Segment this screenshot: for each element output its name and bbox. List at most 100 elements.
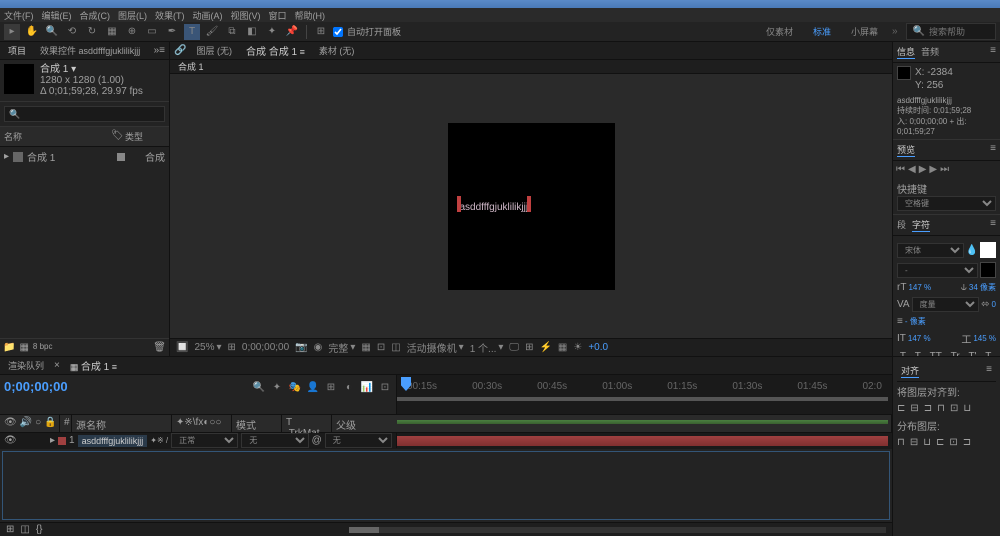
shy-icon[interactable]: 👤 [306,380,320,394]
pen-tool[interactable]: ✒ [164,24,180,40]
layer-label-color[interactable] [58,437,66,445]
zoom-tool[interactable]: 🔍 [44,24,60,40]
blend-mode-select[interactable]: 正常 [171,433,238,448]
timeline-comp-tab[interactable]: ▦ 合成 1 ≡ [66,356,121,375]
prev-frame-icon[interactable]: ◀ [908,164,916,175]
toggle-switches-icon[interactable]: ⊞ [6,524,14,535]
tab-close-icon[interactable]: × [54,360,60,371]
brainstorm-icon[interactable]: ⊡ [378,380,392,394]
time-display[interactable]: 0;00;00;00 [242,342,289,353]
preview-tab[interactable]: 预览 [897,143,915,157]
exposure-value[interactable]: +0.0 [588,342,608,353]
trash-icon[interactable]: 🗑 [153,342,166,353]
auto-open-checkbox[interactable] [333,27,343,37]
layer-eye-icon[interactable]: 👁 [4,435,14,446]
work-area-bar[interactable] [397,397,888,401]
guides-icon[interactable]: ⊡ [377,342,385,353]
dist-left-icon[interactable]: ⊏ [936,437,944,448]
allcaps-button[interactable]: TT [930,351,942,356]
toggle-pane-icon[interactable]: {} [36,524,43,535]
italic-button[interactable]: T [915,351,921,356]
quality-dropdown[interactable]: 完整 ▾ [328,340,355,355]
grid-icon[interactable]: ▦ [361,342,370,353]
active-comp-tab[interactable]: 合成 1 [174,58,208,75]
solo-col-icon[interactable]: ○ [35,417,41,430]
search-help-input[interactable] [929,27,989,37]
project-tab[interactable]: 项目 [4,42,30,59]
align-top-icon[interactable]: ⊓ [937,403,945,414]
local-axis-icon[interactable]: ⊞ [313,24,329,40]
workspace-more-icon[interactable]: » [892,26,898,37]
bpc-label[interactable]: 8 bpc [33,342,53,353]
eraser-tool[interactable]: ◧ [244,24,260,40]
menu-effect[interactable]: 效果(T) [155,9,185,22]
font-style-select[interactable]: - [897,263,978,278]
timeline-empty-area[interactable] [2,451,890,520]
parent-pickwhip-icon[interactable]: @ [312,435,322,446]
dist-top-icon[interactable]: ⊓ [897,437,905,448]
dist-vcenter-icon[interactable]: ⊟ [910,437,918,448]
last-frame-icon[interactable]: ⏭ [940,164,949,175]
label-color[interactable] [117,153,125,161]
mode-col[interactable]: 模式 [232,415,282,432]
parent-select[interactable]: 无 [325,433,392,448]
magnify-icon[interactable]: 🔲 [176,342,188,353]
hand-tool[interactable]: ✋ [24,24,40,40]
source-name-col[interactable]: 源名称 [72,415,172,432]
text-layer-content[interactable]: asddfffgjuklilikjjj [460,198,529,214]
stroke-color-swatch[interactable] [980,262,996,278]
clone-tool[interactable]: ⧉ [224,24,240,40]
vscale-value[interactable]: 147 % [908,334,931,343]
col-tag-header[interactable]: 🏷 [111,130,125,143]
effect-controls-tab[interactable]: 效果控件 asddfffgjuklilikjjj [36,42,144,59]
character-tab[interactable]: 字符 [912,218,930,232]
font-family-select[interactable]: 宋体 [897,243,964,258]
first-frame-icon[interactable]: ⏮ [896,164,905,175]
workspace-standard[interactable]: 标准 [807,23,837,40]
graph-icon[interactable]: 📊 [360,380,374,394]
zoom-scrollbar[interactable] [349,527,886,533]
paragraph-tab[interactable]: 段 [897,218,906,232]
bold-button[interactable]: T [900,351,906,356]
frame-blend-icon[interactable]: ⊞ [324,380,338,394]
menu-view[interactable]: 视图(V) [231,9,261,22]
mask-icon[interactable]: ◫ [391,342,400,353]
panel-menu-icon[interactable]: ≡ [990,218,996,232]
dist-hcenter-icon[interactable]: ⊡ [949,437,957,448]
hscale-value[interactable]: 145 % [973,334,996,343]
type-tool[interactable]: T [184,24,200,40]
stroke-width-value[interactable]: - 像素 [905,316,926,327]
panel-menu-icon[interactable]: ≡ [990,45,996,59]
project-item[interactable]: ▸ 合成 1 合成 [0,147,169,166]
panel-menu-icon[interactable]: ≡ [986,364,992,378]
pan-behind-tool[interactable]: ⊕ [124,24,140,40]
layer-duration-bar[interactable] [397,436,888,446]
align-vcenter-icon[interactable]: ⊡ [950,403,958,414]
info-tab[interactable]: 信息 [897,45,915,59]
roto-tool[interactable]: ✦ [264,24,280,40]
eyedropper-icon[interactable]: 💧 [966,245,978,256]
comp-canvas[interactable]: asddfffgjuklilikjjj [448,123,615,290]
subscript-button[interactable]: T, [985,351,993,356]
fast-preview-icon[interactable]: ⚡ [539,342,551,353]
trkmat-col[interactable]: T .TrkMat [282,415,332,432]
expand-icon[interactable]: ▸ [4,151,9,162]
col-name-header[interactable]: 名称 [4,130,111,143]
menu-window[interactable]: 窗口 [269,9,287,22]
snapshot-icon[interactable]: 📷 [295,342,307,353]
rotate-tool[interactable]: ↻ [84,24,100,40]
motion-blur-icon[interactable]: ◐ [342,380,356,394]
selection-tool[interactable]: ▸ [4,24,20,40]
toggle-modes-icon[interactable]: ◫ [20,524,29,535]
workspace-small[interactable]: 小屏幕 [845,23,884,40]
render-queue-tab[interactable]: 渲染队列 [4,357,48,374]
align-tab[interactable]: 对齐 [901,364,919,378]
col-type-header[interactable]: 类型 [125,130,165,143]
footage-tab[interactable]: 素材 (无) [315,42,359,59]
dist-bottom-icon[interactable]: ⊔ [923,437,931,448]
fill-color-swatch[interactable] [980,242,996,258]
superscript-button[interactable]: T' [968,351,976,356]
orbit-tool[interactable]: ⟲ [64,24,80,40]
menu-file[interactable]: 文件(F) [4,9,34,22]
shortcut-select[interactable]: 空格键 [897,196,996,211]
